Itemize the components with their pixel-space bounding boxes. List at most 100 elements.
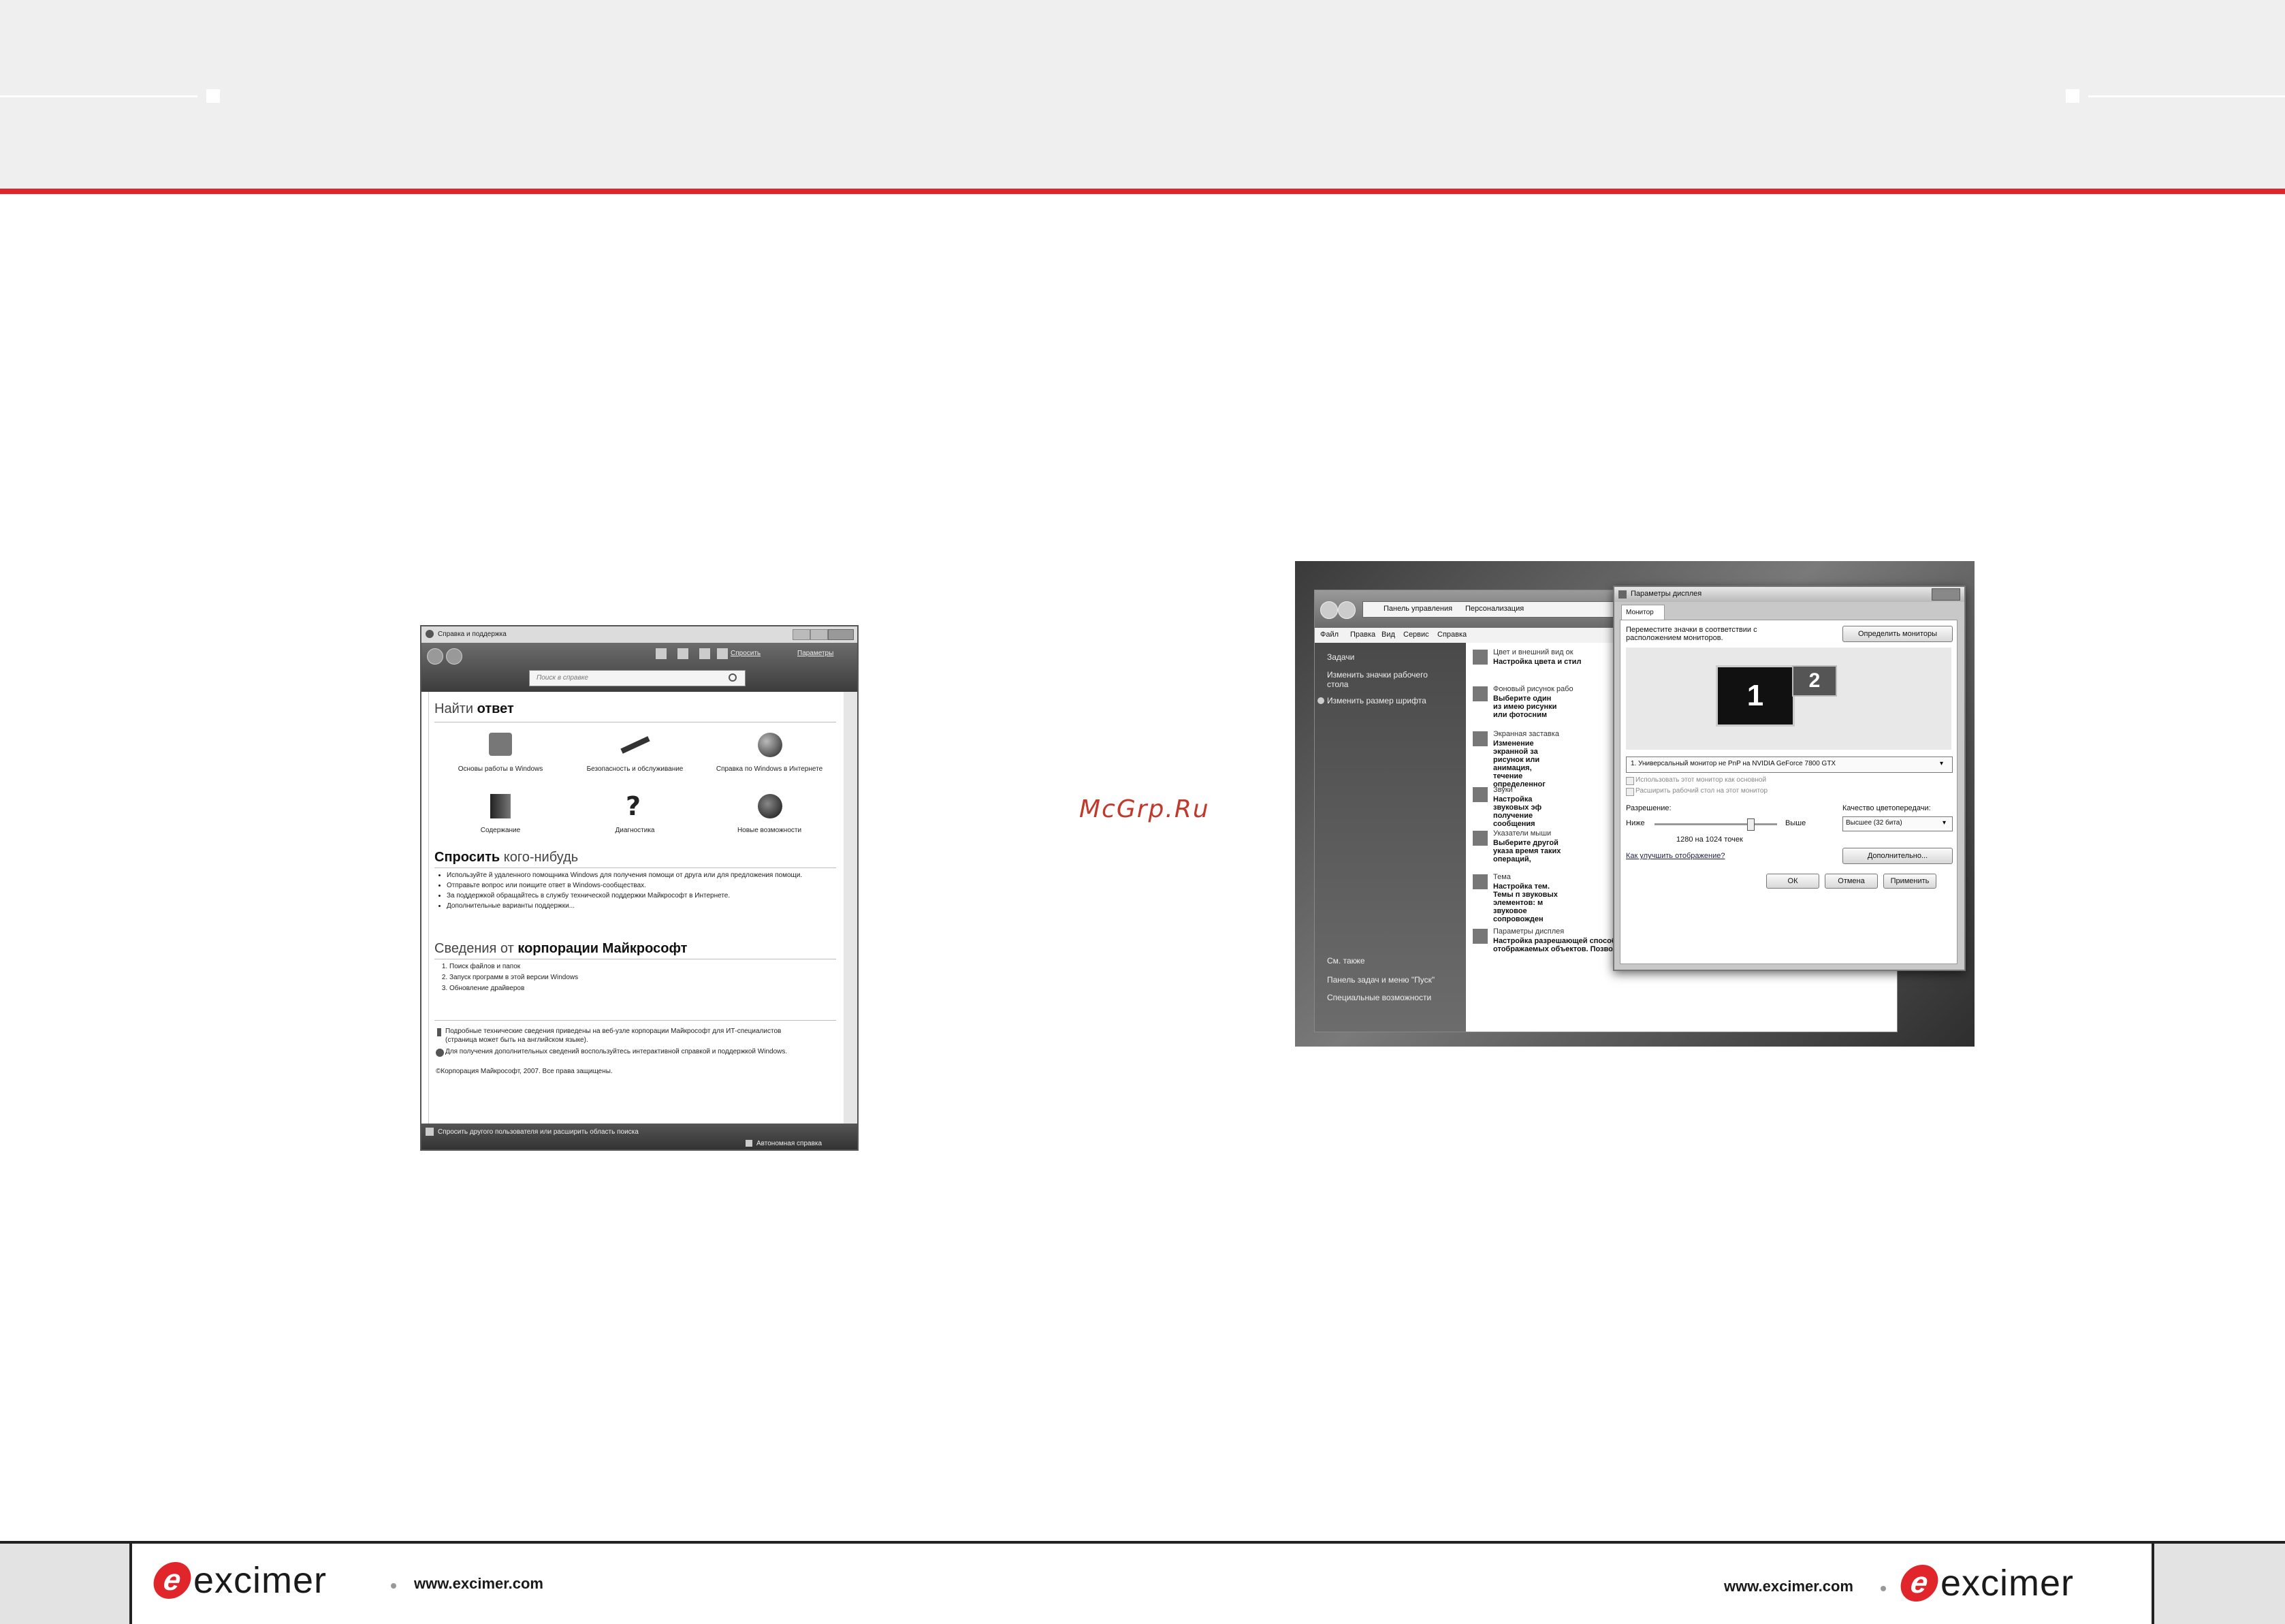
menu-edit[interactable]: Правка bbox=[1350, 631, 1375, 639]
info-heading-bold: корпорации Майкрософт bbox=[517, 941, 688, 956]
shield-icon bbox=[1317, 697, 1324, 704]
menu-file[interactable]: Файл bbox=[1320, 631, 1339, 639]
resolution-slider-thumb[interactable] bbox=[1747, 818, 1755, 831]
help-app-icon bbox=[426, 630, 434, 638]
ask-link[interactable]: Спросить bbox=[731, 650, 761, 657]
browse-help-icon[interactable] bbox=[699, 648, 710, 659]
extend-checkbox[interactable] bbox=[1626, 788, 1634, 796]
dialog-title: Параметры дисплея bbox=[1631, 590, 1702, 598]
tile-label: Диагностика bbox=[615, 827, 655, 834]
tile-label: Новые возможности bbox=[737, 827, 802, 834]
sidebar-item-taskbar[interactable]: Панель задач и меню "Пуск" bbox=[1327, 975, 1435, 985]
menu-service[interactable]: Сервис bbox=[1403, 631, 1429, 639]
resolution-slider[interactable] bbox=[1655, 818, 1777, 831]
list-item[interactable]: Поиск файлов и папок bbox=[449, 961, 844, 972]
item-title: Параметры дисплея bbox=[1493, 927, 1565, 936]
tile-label: Безопасность и обслуживание bbox=[586, 765, 684, 773]
status-left-text[interactable]: Спросить другого пользователя или расшир… bbox=[438, 1128, 639, 1136]
tile-whats-new[interactable]: Новые возможности bbox=[705, 794, 834, 842]
ask-icon bbox=[717, 648, 728, 659]
options-link[interactable]: Параметры bbox=[797, 650, 833, 657]
tile-windows-basics[interactable]: Основы работы в Windows bbox=[443, 733, 558, 780]
help-title-bar: Справка и поддержка bbox=[421, 626, 857, 643]
footer-dot bbox=[391, 1583, 396, 1589]
header-right-line bbox=[2088, 95, 2285, 97]
display-settings-screenshot: Панель управления Персонализация Файл Пр… bbox=[1295, 561, 1975, 1047]
item-title: Экранная заставка bbox=[1493, 730, 1559, 738]
tile-label: Основы работы в Windows bbox=[458, 765, 543, 773]
close-button[interactable] bbox=[1932, 588, 1960, 601]
help-search-input[interactable]: Поиск в справке bbox=[529, 670, 746, 686]
theme-icon bbox=[1473, 874, 1488, 889]
list-item[interactable]: Запуск программ в этой версии Windows bbox=[449, 972, 844, 983]
item-desc: Изменение экранной за рисунок или анимац… bbox=[1493, 739, 1546, 789]
breadcrumb-item[interactable]: Персонализация bbox=[1465, 605, 1524, 613]
cancel-button[interactable]: Отмена bbox=[1825, 874, 1878, 889]
tile-online-help[interactable]: Справка по Windows в Интернете bbox=[705, 733, 834, 780]
help-status-bar: Спросить другого пользователя или расшир… bbox=[421, 1124, 857, 1149]
windows-flag-icon bbox=[489, 733, 512, 756]
tile-contents[interactable]: Содержание bbox=[443, 794, 558, 842]
menu-help[interactable]: Справка bbox=[1437, 631, 1467, 639]
home-icon[interactable] bbox=[656, 648, 667, 659]
apply-button[interactable]: Применить bbox=[1883, 874, 1936, 889]
item-desc: Выберите один из имею рисунки или фотосн… bbox=[1493, 695, 1557, 719]
footer-dot bbox=[1881, 1586, 1886, 1591]
list-item[interactable]: Дополнительные варианты поддержки... bbox=[447, 901, 842, 911]
list-item[interactable]: Обновление драйверов bbox=[449, 983, 844, 994]
minimize-button[interactable] bbox=[793, 629, 810, 640]
print-icon[interactable] bbox=[677, 648, 688, 659]
dialog-body: Переместите значки в соответствии с расп… bbox=[1620, 620, 1958, 964]
divider bbox=[434, 867, 836, 868]
header-red-rule bbox=[0, 189, 2285, 194]
footer-separator bbox=[129, 1544, 132, 1624]
color-quality-select[interactable]: Высшее (32 бита) ▾ bbox=[1842, 816, 1953, 831]
sidebar-item-desktop-icons[interactable]: Изменить значки рабочего стола bbox=[1327, 670, 1450, 689]
primary-checkbox[interactable] bbox=[1626, 777, 1634, 785]
copyright: ©Корпорация Майкрософт, 2007. Все права … bbox=[436, 1068, 613, 1075]
sidebar-item-accessibility[interactable]: Специальные возможности bbox=[1327, 993, 1431, 1002]
divider bbox=[434, 1020, 836, 1021]
close-button[interactable] bbox=[828, 629, 854, 640]
dialog-title-bar: Параметры дисплея bbox=[1614, 587, 1964, 602]
resolution-high: Выше bbox=[1785, 819, 1806, 827]
search-icon[interactable] bbox=[729, 673, 737, 682]
monitor-2[interactable]: 2 bbox=[1792, 665, 1837, 697]
display-icon bbox=[1473, 929, 1488, 944]
list-item[interactable]: Отправьте вопрос или поищите ответ в Win… bbox=[447, 880, 842, 891]
header-left-marker bbox=[206, 89, 220, 103]
list-item[interactable]: Используйте й удаленного помощника Windo… bbox=[447, 870, 842, 880]
monitor-select[interactable]: 1. Универсальный монитор не PnP на NVIDI… bbox=[1626, 757, 1953, 773]
primary-checkbox-label: Использовать этот монитор как основной bbox=[1635, 776, 1767, 784]
tab-label: Монитор bbox=[1626, 609, 1654, 616]
back-arrow-icon[interactable] bbox=[427, 648, 443, 665]
forward-arrow-icon[interactable] bbox=[1338, 601, 1356, 619]
maximize-button[interactable] bbox=[810, 629, 828, 640]
tile-security[interactable]: Безопасность и обслуживание bbox=[575, 733, 694, 780]
resolution-low: Ниже bbox=[1626, 819, 1645, 827]
footer-url-right[interactable]: www.excimer.com bbox=[1724, 1578, 1853, 1595]
footer-url-left[interactable]: www.excimer.com bbox=[414, 1575, 543, 1593]
advanced-button[interactable]: Дополнительно... bbox=[1842, 848, 1953, 864]
improve-display-link[interactable]: Как улучшить отображение? bbox=[1626, 852, 1725, 860]
forward-arrow-icon[interactable] bbox=[446, 648, 462, 665]
breadcrumb-item[interactable]: Панель управления bbox=[1384, 605, 1452, 613]
tile-troubleshooting[interactable]: ? Диагностика bbox=[575, 791, 694, 842]
find-heading-bold: ответ bbox=[477, 701, 514, 716]
list-item[interactable]: За поддержкой обращайтесь в службу техни… bbox=[447, 891, 842, 901]
menu-view[interactable]: Вид bbox=[1381, 631, 1395, 639]
offline-help-label[interactable]: Автономная справка bbox=[756, 1140, 822, 1147]
excimer-e-icon: e bbox=[150, 1562, 194, 1599]
tile-label: Содержание bbox=[480, 827, 521, 834]
help-toolbar: Спросить Параметры Поиск в справке bbox=[421, 643, 857, 692]
monitor-1[interactable]: 1 bbox=[1716, 665, 1795, 727]
ask-heading-bold: Спросить bbox=[434, 850, 500, 865]
sounds-icon bbox=[1473, 787, 1488, 802]
sidebar-item-font-size[interactable]: Изменить размер шрифта bbox=[1327, 696, 1426, 705]
ok-button[interactable]: ОК bbox=[1766, 874, 1819, 889]
item-title: Фоновый рисунок рабо bbox=[1493, 685, 1573, 693]
identify-monitors-button[interactable]: Определить мониторы bbox=[1842, 626, 1953, 642]
back-arrow-icon[interactable] bbox=[1320, 601, 1338, 619]
tab-monitor[interactable]: Монитор bbox=[1621, 605, 1665, 620]
help-scrollbar[interactable] bbox=[844, 692, 857, 1124]
